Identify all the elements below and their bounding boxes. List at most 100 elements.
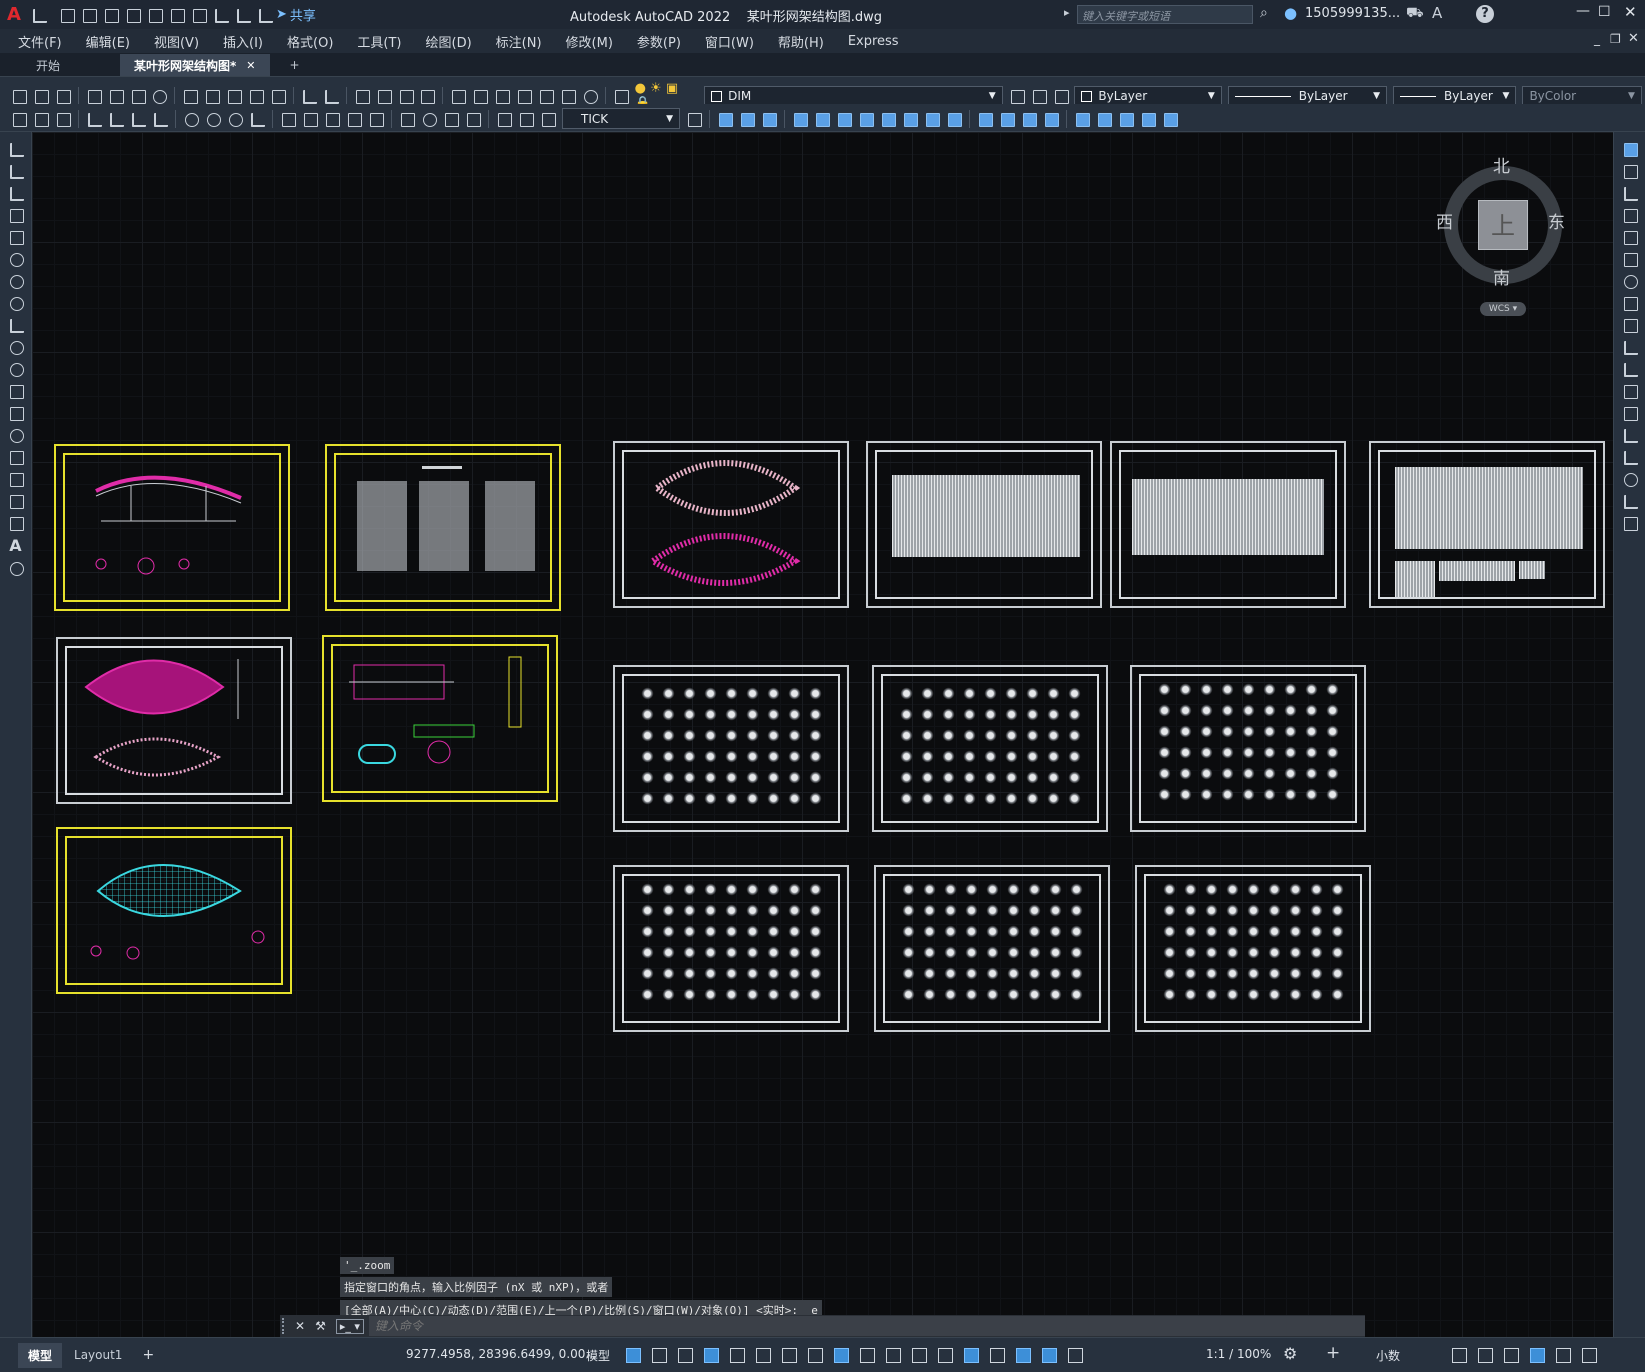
erase-icon[interactable] — [1621, 140, 1639, 158]
publish-toolbar-icon[interactable] — [129, 87, 147, 105]
hatch-icon[interactable] — [7, 448, 25, 466]
stretch-icon[interactable] — [1621, 316, 1639, 334]
menu-express[interactable]: Express — [836, 34, 911, 49]
jogged-linear-icon[interactable] — [464, 110, 482, 128]
revision-cloud-icon[interactable] — [7, 294, 25, 312]
customization-icon[interactable] — [1579, 1345, 1599, 1365]
3d-align-icon[interactable] — [1117, 110, 1135, 128]
polyline-icon[interactable] — [7, 184, 25, 202]
tab-close-icon[interactable]: ✕ — [246, 59, 255, 72]
compass-east[interactable]: 东 — [1548, 208, 1565, 233]
app-menu-chevron-icon[interactable] — [30, 6, 47, 24]
menu-help[interactable]: 帮助(H) — [766, 32, 836, 51]
annotation-visibility-icon[interactable] — [1039, 1345, 1059, 1365]
dim-update-icon[interactable] — [539, 110, 557, 128]
3d-separate-icon[interactable] — [1042, 110, 1060, 128]
maximize-icon[interactable]: ☐ — [1598, 4, 1611, 20]
compass-west[interactable]: 西 — [1436, 208, 1453, 233]
search-field[interactable]: 键入关键字或短语 — [1077, 5, 1253, 24]
3d-subtract-icon[interactable] — [760, 110, 778, 128]
rotate-icon[interactable] — [1621, 272, 1639, 290]
user-name[interactable]: 1505999135... — [1305, 6, 1400, 21]
scale-icon[interactable] — [1621, 294, 1639, 312]
menu-window[interactable]: 窗口(W) — [693, 32, 766, 51]
qnew-icon[interactable] — [10, 87, 28, 105]
print-preview-icon[interactable] — [107, 87, 125, 105]
layer-iso-icon[interactable] — [1052, 87, 1070, 105]
join-icon[interactable] — [1621, 426, 1639, 444]
compass-north[interactable]: 北 — [1493, 152, 1510, 177]
ellipse-arc-icon[interactable] — [7, 360, 25, 378]
isolate-objects-icon[interactable] — [1501, 1345, 1521, 1365]
break-icon[interactable] — [1621, 404, 1639, 422]
tool-palettes-icon[interactable] — [493, 87, 511, 105]
explode-icon[interactable] — [1621, 514, 1639, 532]
auto-scale-icon[interactable] — [1065, 1345, 1085, 1365]
spline-icon[interactable] — [7, 316, 25, 334]
3d-array-icon[interactable] — [1161, 110, 1179, 128]
3d-osnap-icon[interactable] — [935, 1345, 955, 1365]
share-button[interactable]: ➤ 共享 — [276, 5, 316, 24]
dim-angular-icon[interactable] — [248, 110, 266, 128]
doc-minimize-icon[interactable]: _ — [1594, 32, 1600, 46]
user-icon[interactable]: ● — [1284, 4, 1297, 22]
cart-icon[interactable]: ⛟ — [1406, 5, 1424, 23]
sheet-table-3[interactable] — [1369, 441, 1605, 608]
sheet-notes[interactable] — [325, 444, 561, 611]
sheet-details[interactable] — [322, 635, 558, 802]
region-icon[interactable] — [7, 492, 25, 510]
redo-icon[interactable] — [234, 6, 252, 24]
chamfer-icon[interactable] — [1621, 448, 1639, 466]
dim-ordinate-icon[interactable] — [151, 110, 169, 128]
dim-linear-icon[interactable] — [85, 110, 103, 128]
dim-continue-icon[interactable] — [323, 110, 341, 128]
sheet-nodes-4[interactable] — [613, 865, 849, 1032]
construction-line-icon[interactable] — [7, 162, 25, 180]
menu-file[interactable]: 文件(F) — [6, 32, 74, 51]
transparency-toggle-icon[interactable] — [883, 1345, 903, 1365]
grid-toggle-icon[interactable] — [623, 1345, 643, 1365]
help-icon[interactable]: ? — [1476, 5, 1494, 23]
3d-chamfer-edge-icon[interactable] — [998, 110, 1016, 128]
tolerance-icon[interactable] — [398, 110, 416, 128]
array-icon[interactable] — [1621, 228, 1639, 246]
open-icon[interactable] — [32, 87, 50, 105]
multiline-text-icon[interactable]: A — [9, 536, 21, 555]
selection-cycling-icon[interactable] — [909, 1345, 929, 1365]
dimstyle-manager-icon[interactable] — [685, 110, 703, 128]
command-close-icon[interactable]: ✕ — [295, 1319, 305, 1333]
viewcube-face-top[interactable]: 上 — [1478, 200, 1528, 250]
menu-draw[interactable]: 绘图(D) — [414, 32, 484, 51]
layout-tab-model[interactable]: 模型 — [18, 1342, 63, 1368]
3d-rotate-icon[interactable] — [1095, 110, 1113, 128]
center-mark-icon[interactable] — [420, 110, 438, 128]
block-editor-icon[interactable] — [269, 87, 287, 105]
table-icon[interactable] — [7, 514, 25, 532]
ellipse-icon[interactable] — [7, 338, 25, 356]
menu-format[interactable]: 格式(O) — [275, 32, 345, 51]
menu-insert[interactable]: 插入(I) — [211, 32, 275, 51]
3dprint-icon[interactable] — [150, 87, 168, 105]
close-icon[interactable]: ✕ — [1624, 3, 1637, 21]
extend-icon[interactable] — [1621, 360, 1639, 378]
inspect-icon[interactable] — [442, 110, 460, 128]
sheet-table-1[interactable] — [866, 441, 1102, 608]
layer-properties-icon[interactable] — [612, 87, 630, 105]
sheet-nodes-6[interactable] — [1135, 865, 1371, 1032]
save-toolbar-icon[interactable] — [54, 87, 72, 105]
dim-break-icon[interactable] — [367, 110, 385, 128]
3d-fillet-edge-icon[interactable] — [976, 110, 994, 128]
plot-icon[interactable] — [190, 6, 208, 24]
sheet-nodes-1[interactable] — [613, 665, 849, 832]
command-customize-icon[interactable]: ⚒ — [315, 1319, 326, 1333]
menu-view[interactable]: 视图(V) — [142, 32, 211, 51]
new-file-icon[interactable] — [58, 6, 76, 24]
move-icon[interactable] — [1621, 250, 1639, 268]
3d-union-icon[interactable] — [738, 110, 756, 128]
compass-south[interactable]: 南 — [1493, 264, 1510, 289]
copy-icon[interactable] — [203, 87, 221, 105]
sheet-nodes-3[interactable] — [1130, 665, 1366, 832]
isodraft-icon[interactable] — [779, 1345, 799, 1365]
sheet-set-icon[interactable] — [515, 87, 533, 105]
hardware-acceleration-icon[interactable] — [1527, 1345, 1547, 1365]
